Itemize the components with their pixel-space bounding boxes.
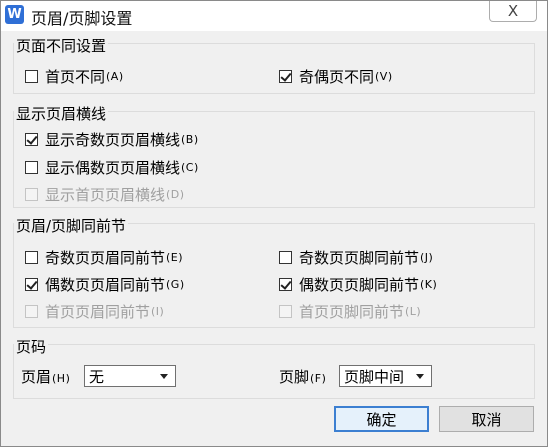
hotkey: (I) — [151, 305, 165, 318]
hotkey: (L) — [405, 305, 422, 318]
checkbox-odd-even-diff[interactable]: 奇偶页不同 (V) — [279, 66, 393, 87]
checkbox-box-disabled — [25, 305, 38, 318]
checkbox-first-header-same: 首页页眉同前节 (I) — [25, 301, 164, 322]
checkbox-box-disabled — [279, 305, 292, 318]
checkbox-label: 显示偶数页页眉横线 — [45, 159, 181, 177]
hotkey: (J) — [420, 251, 434, 264]
hotkey: (F) — [310, 372, 327, 385]
hotkey: (G) — [166, 278, 185, 291]
checkbox-box[interactable] — [25, 70, 38, 83]
dialog-window: W 页眉/页脚设置 X 页面不同设置 首页不同 (A) 奇偶页不同 (V) 显示页眉… — [0, 0, 548, 447]
hotkey: (B) — [181, 133, 199, 146]
label-text: 页眉 — [21, 368, 52, 386]
checkbox-box-checked[interactable] — [279, 278, 292, 291]
checkbox-first-footer-same: 首页页脚同前节 (L) — [279, 301, 421, 322]
cancel-button[interactable]: 取消 — [439, 406, 534, 432]
checkbox-label: 偶数页页眉同前节 — [45, 276, 166, 294]
group-title-header-lines: 显示页眉横线 — [14, 103, 109, 124]
hotkey: (E) — [166, 251, 184, 264]
header-pagenum-label: 页眉(H) — [21, 366, 70, 387]
checkbox-box[interactable] — [25, 161, 38, 174]
checkbox-box-disabled — [25, 188, 38, 201]
checkbox-label: 奇数页页脚同前节 — [299, 249, 420, 267]
checkbox-box-checked[interactable] — [279, 70, 292, 83]
hotkey: (H) — [52, 372, 71, 385]
select-value: 页脚中间 — [344, 367, 405, 386]
group-title-page-number: 页码 — [14, 336, 49, 357]
hotkey: (C) — [181, 161, 199, 174]
checkbox-even-footer-same[interactable]: 偶数页页脚同前节 (K) — [279, 274, 437, 295]
checkbox-label: 显示首页页眉横线 — [45, 186, 166, 204]
dropdown-arrow-icon — [160, 374, 168, 379]
checkbox-label: 显示奇数页页眉横线 — [45, 131, 181, 149]
checkbox-even-header-same[interactable]: 偶数页页眉同前节 (G) — [25, 274, 185, 295]
checkbox-label: 首页页眉同前节 — [45, 303, 151, 321]
dialog-title: 页眉/页脚设置 — [31, 9, 133, 28]
checkbox-label: 偶数页页脚同前节 — [299, 276, 420, 294]
checkbox-odd-footer-same[interactable]: 奇数页页脚同前节 (J) — [279, 247, 433, 268]
checkbox-box[interactable] — [279, 251, 292, 264]
checkbox-first-header-line: 显示首页页眉横线 (D) — [25, 184, 185, 205]
hotkey: (K) — [420, 278, 438, 291]
hotkey: (D) — [166, 188, 185, 201]
checkbox-first-page-diff[interactable]: 首页不同 (A) — [25, 66, 124, 87]
checkbox-odd-header-same[interactable]: 奇数页页眉同前节 (E) — [25, 247, 183, 268]
title-bar: W 页眉/页脚设置 X — [1, 1, 547, 31]
dropdown-arrow-icon — [416, 374, 424, 379]
footer-pagenum-label: 页脚(F) — [279, 366, 326, 387]
checkbox-even-header-line[interactable]: 显示偶数页页眉横线 (C) — [25, 157, 199, 178]
select-value: 无 — [89, 367, 105, 386]
checkbox-label: 首页不同 — [45, 68, 106, 86]
checkbox-label: 首页页脚同前节 — [299, 303, 405, 321]
checkbox-label: 奇偶页不同 — [299, 68, 375, 86]
checkbox-box[interactable] — [25, 251, 38, 264]
label-text: 页脚 — [279, 368, 310, 386]
header-pagenum-select[interactable]: 无 — [84, 365, 176, 387]
checkbox-odd-header-line[interactable]: 显示奇数页页眉横线 (B) — [25, 129, 199, 150]
footer-pagenum-select[interactable]: 页脚中间 — [339, 365, 432, 387]
group-title-page-diff: 页面不同设置 — [14, 35, 109, 56]
wps-app-icon: W — [5, 5, 24, 24]
checkbox-box-checked[interactable] — [25, 133, 38, 146]
checkbox-box-checked[interactable] — [25, 278, 38, 291]
group-title-same-as-previous: 页眉/页脚同前节 — [14, 215, 129, 236]
checkbox-label: 奇数页页眉同前节 — [45, 249, 166, 267]
ok-button[interactable]: 确定 — [334, 406, 429, 432]
hotkey: (A) — [106, 70, 124, 83]
close-button[interactable]: X — [489, 1, 537, 22]
hotkey: (V) — [375, 70, 393, 83]
